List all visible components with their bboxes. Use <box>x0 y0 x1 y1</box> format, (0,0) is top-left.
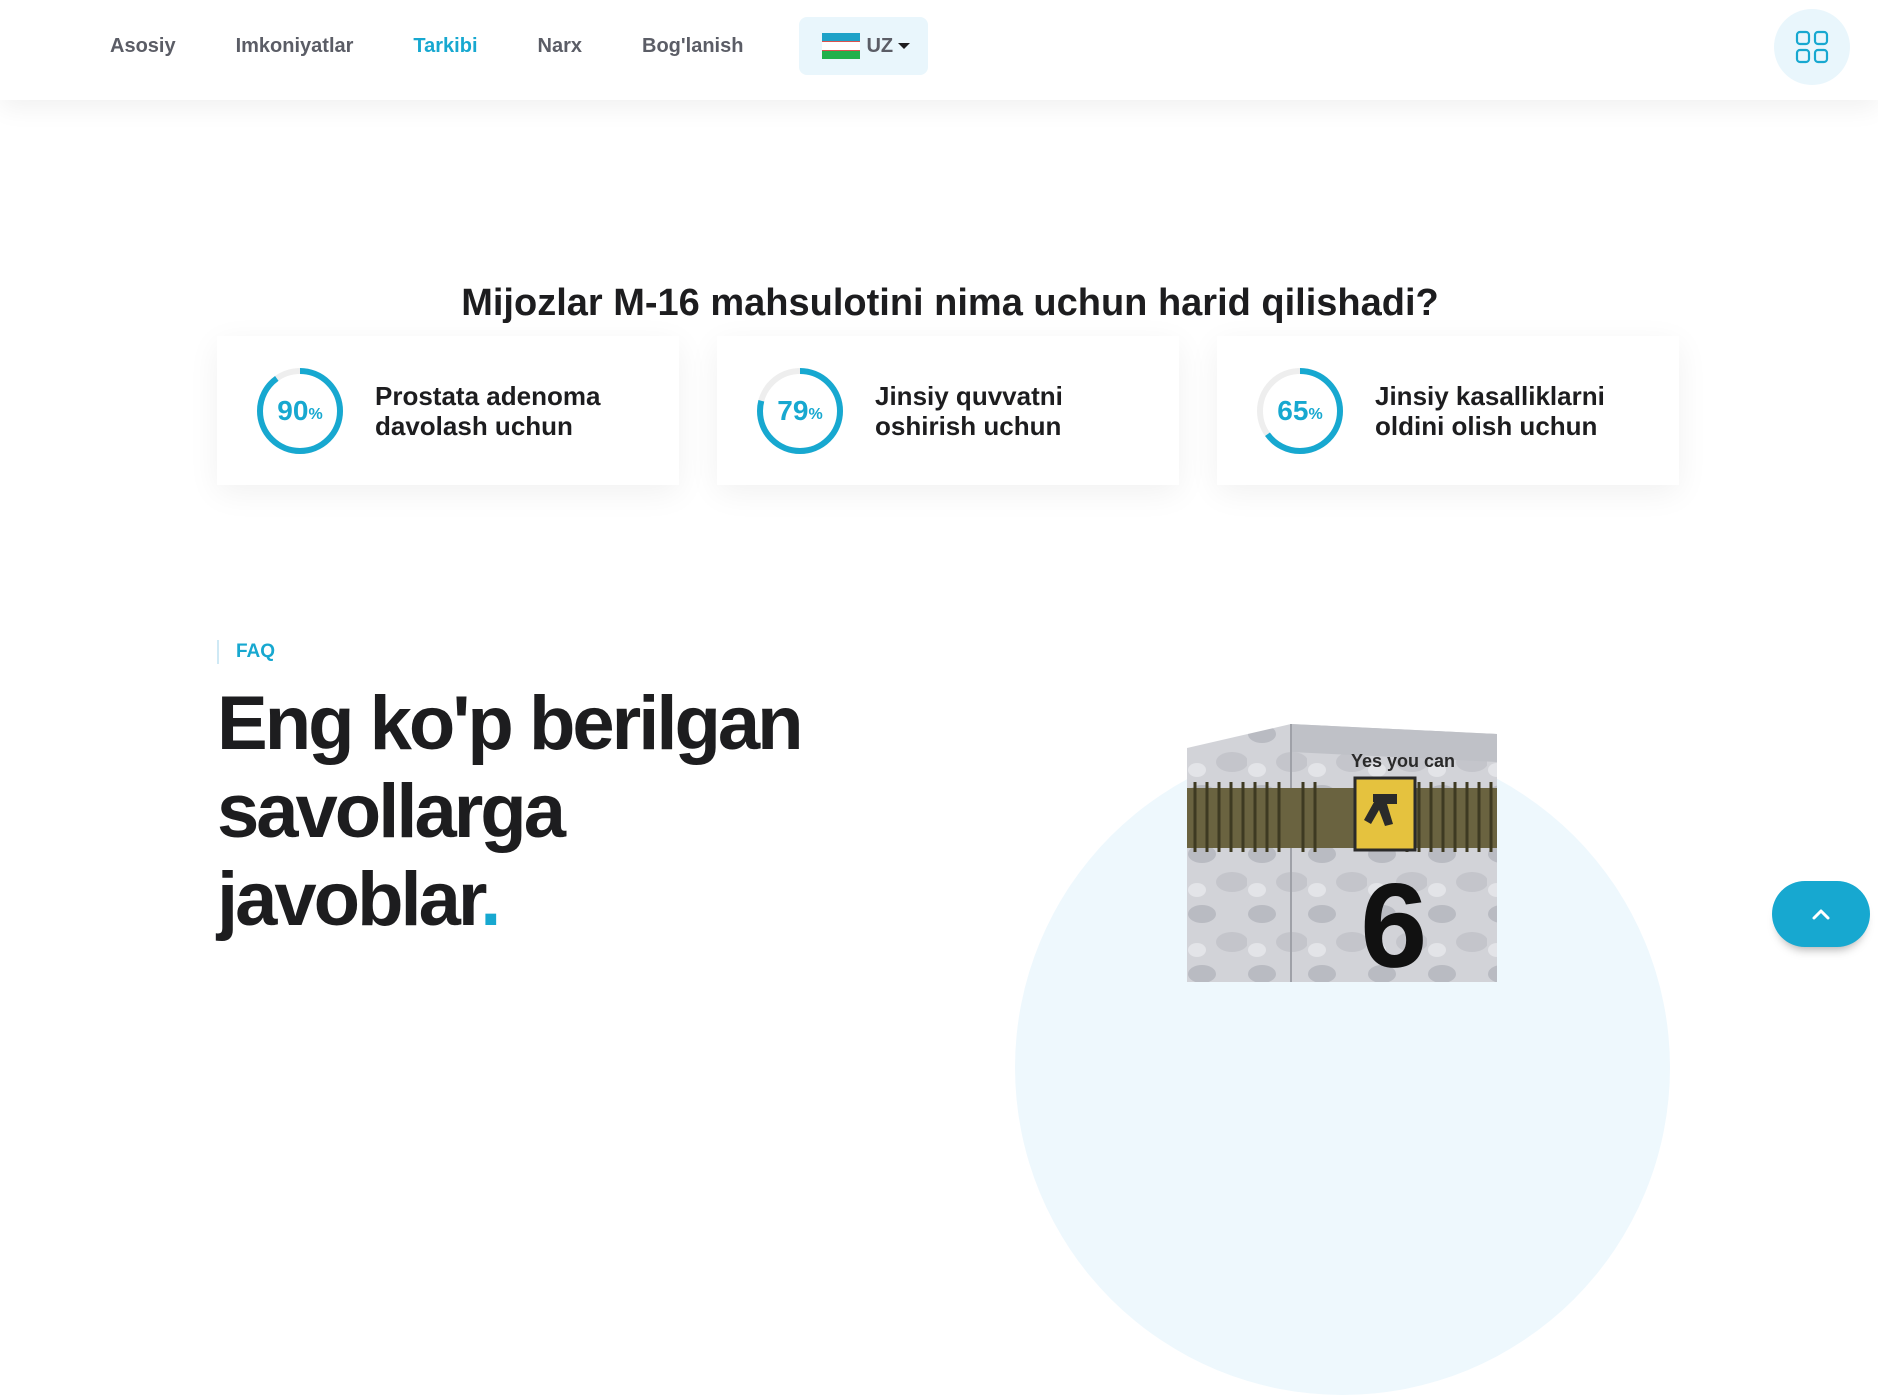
nav-item-narx[interactable]: Narx <box>538 35 582 58</box>
stat-description: Jinsiy quvvatni oshirish uchun <box>875 380 1063 441</box>
main-nav: Asosiy Imkoniyatlar Tarkibi Narx Bog'lan… <box>110 0 929 92</box>
grid-icon <box>1795 30 1829 64</box>
stat-value: 79 <box>777 394 809 426</box>
stat-card: 90% Prostata adenoma davolash uchun <box>217 336 679 485</box>
faq-label: FAQ <box>217 640 275 664</box>
progress-ring: 79% <box>755 366 845 456</box>
faq-title-text: Eng ko'p berilgan savollarga javoblar <box>217 681 804 942</box>
stat-unit: % <box>308 405 323 423</box>
nav-item-boglanish[interactable]: Bog'lanish <box>642 35 743 58</box>
box-slogan: Yes you can <box>1351 751 1455 771</box>
faq-title: Eng ko'p berilgan savollarga javoblar. <box>217 680 804 944</box>
stat-value: 90 <box>277 394 309 426</box>
language-selector[interactable]: UZ <box>799 17 929 75</box>
stat-description: Prostata adenoma davolash uchun <box>375 380 601 441</box>
progress-ring: 90% <box>255 366 345 456</box>
box-number: 9 <box>1360 858 1427 982</box>
stat-card: 65% Jinsiy kasalliklarni oldini olish uc… <box>1217 336 1679 485</box>
stats-section-title: Mijozlar M-16 mahsulotini nima uchun har… <box>461 282 1439 324</box>
caret-down-icon <box>898 43 911 49</box>
faq-title-dot: . <box>480 857 501 942</box>
scroll-to-top-button[interactable] <box>1772 881 1870 947</box>
nav-item-asosiy[interactable]: Asosiy <box>110 35 176 58</box>
stat-unit: % <box>808 405 823 423</box>
chevron-up-icon <box>1812 909 1830 920</box>
stat-value: 65 <box>1277 394 1309 426</box>
uzbekistan-flag-icon <box>822 33 861 59</box>
menu-grid-button[interactable] <box>1774 9 1850 85</box>
nav-item-tarkibi[interactable]: Tarkibi <box>413 35 477 58</box>
product-box-image: Yes you can 9 <box>1187 724 1497 982</box>
progress-ring: 65% <box>1255 366 1345 456</box>
stat-description: Jinsiy kasalliklarni oldini olish uchun <box>1375 380 1605 441</box>
stat-card: 79% Jinsiy quvvatni oshirish uchun <box>717 336 1179 485</box>
language-code: UZ <box>866 34 894 57</box>
header: Asosiy Imkoniyatlar Tarkibi Narx Bog'lan… <box>0 0 1878 100</box>
stat-unit: % <box>1308 405 1323 423</box>
nav-item-imkoniyatlar[interactable]: Imkoniyatlar <box>236 35 354 58</box>
